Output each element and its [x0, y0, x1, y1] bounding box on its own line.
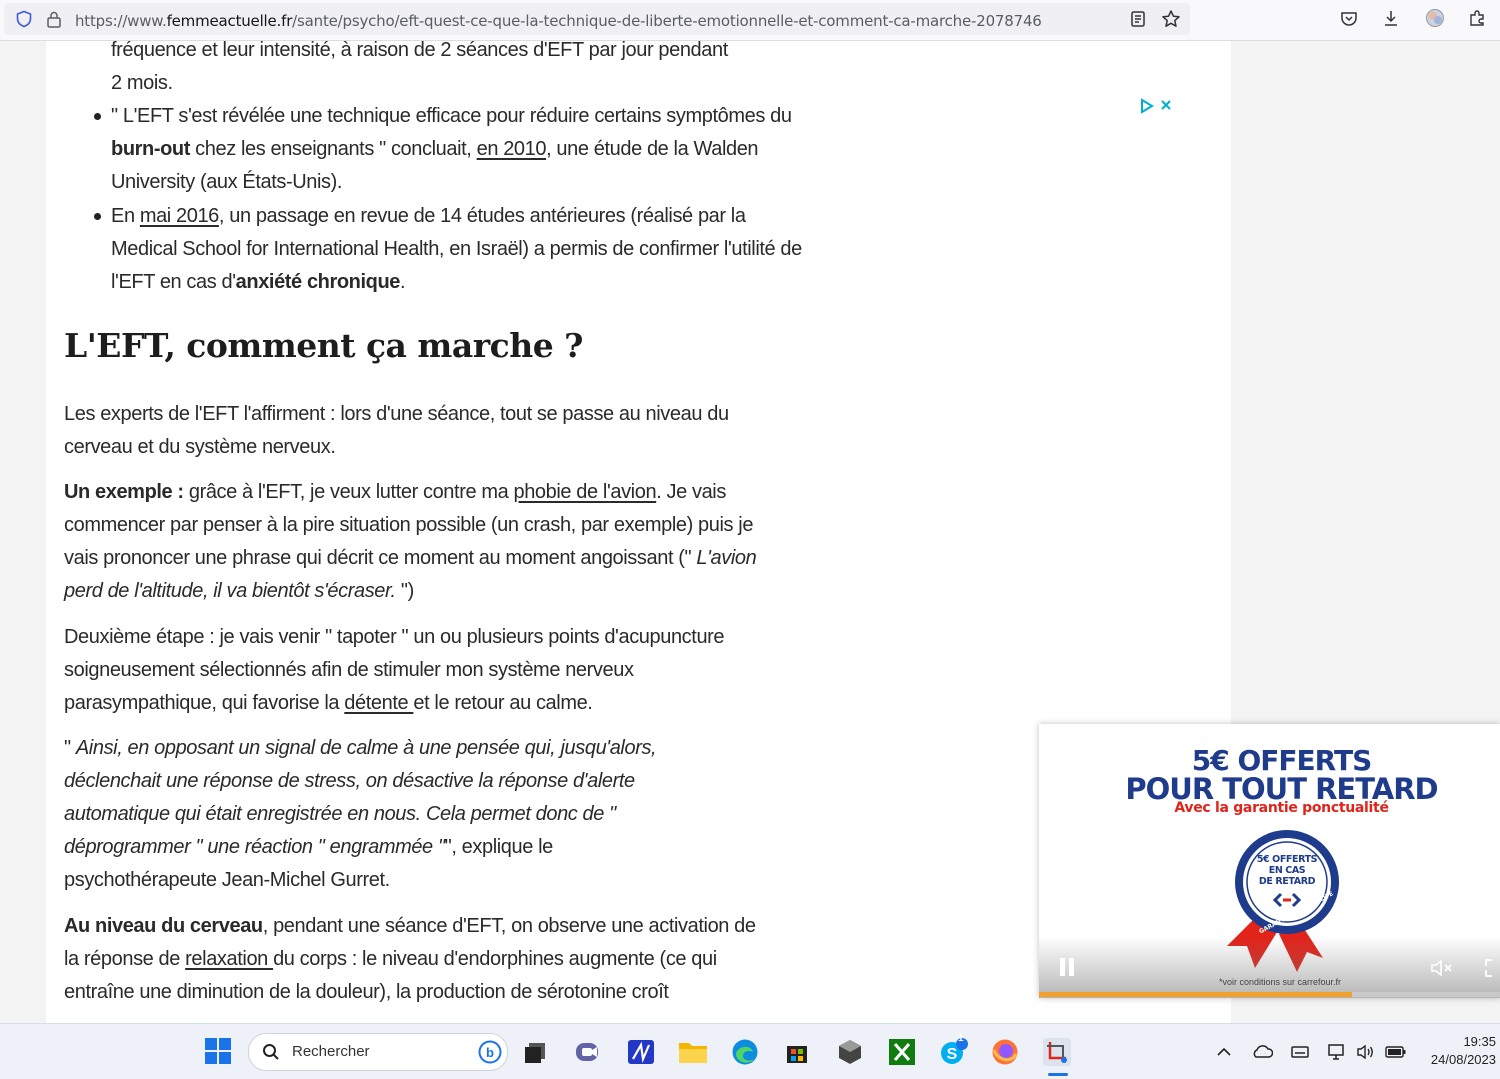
badge-line: EN CAS: [1268, 865, 1306, 876]
shield-icon[interactable]: [14, 9, 34, 29]
paragraph: Au niveau du cerveau, pendant une séance…: [64, 910, 764, 1009]
left-margin: [0, 41, 46, 1023]
ad-close-icon: [1161, 100, 1171, 110]
address-bar[interactable]: https://www.femmeactuelle.fr/sante/psych…: [4, 3, 1190, 35]
link-phobie-avion[interactable]: phobie de l'avion: [513, 481, 656, 503]
onedrive-sync-icon[interactable]: [1250, 1041, 1274, 1063]
url-prefix: https://www.: [75, 12, 167, 30]
taskbar-search[interactable]: Rechercher b: [248, 1033, 508, 1071]
badge-line: 5€ OFFERTS: [1256, 854, 1318, 865]
clock-date: 24/08/2023: [1430, 1052, 1496, 1067]
web-page: fréquence et leur intensité, à raison de…: [0, 41, 1500, 1023]
text: grâce à l'EFT, je veux lutter contre ma: [183, 481, 514, 503]
bold-text: Au niveau du cerveau: [64, 915, 263, 937]
ad-choices[interactable]: [1140, 98, 1176, 119]
ad-subtitle: Avec la garantie ponctualité: [1174, 800, 1389, 816]
pocket-icon[interactable]: [1338, 8, 1360, 30]
windows-start-icon[interactable]: [203, 1036, 233, 1066]
adchoices-play-icon: [1141, 98, 1154, 114]
battery-icon[interactable]: [1384, 1041, 1408, 1063]
fullscreen-icon[interactable]: [1483, 957, 1500, 979]
text: En: [111, 205, 140, 227]
url-domain: femmeactuelle.fr: [166, 12, 293, 30]
italic-quote: Ainsi, en opposant un signal de calme à …: [64, 737, 657, 858]
app-cube-icon[interactable]: [835, 1037, 865, 1067]
volume-icon[interactable]: [1355, 1041, 1377, 1063]
task-view-icon[interactable]: [520, 1037, 550, 1067]
text: chez les enseignants " concluait,: [190, 138, 477, 160]
quote-paragraph: " Ainsi, en opposant un signal de calme …: [64, 732, 684, 897]
tablet-mode-icon[interactable]: [1289, 1041, 1311, 1063]
browser-toolbar: https://www.femmeactuelle.fr/sante/psych…: [0, 0, 1500, 41]
link-mai-2016[interactable]: mai 2016: [140, 205, 219, 227]
paragraph: Deuxième étape : je vais venir " tapoter…: [64, 621, 764, 720]
text: .: [400, 271, 406, 293]
clock-time: 19:35: [1463, 1034, 1496, 1049]
bold-text: anxiété chronique: [235, 271, 401, 293]
skype-badge: 1: [958, 1033, 964, 1044]
list-text-line: 2 mois.: [111, 72, 173, 94]
store-icon[interactable]: [782, 1037, 812, 1067]
taskbar: Rechercher b S 1 19:35 24/08/2023: [0, 1023, 1500, 1079]
account-avatar-icon[interactable]: [1424, 7, 1446, 29]
list-item-continued: fréquence et leur intensité, à raison de…: [111, 41, 771, 100]
file-explorer-icon[interactable]: [678, 1037, 708, 1067]
editor-app-icon[interactable]: [626, 1037, 656, 1067]
teams-icon[interactable]: [573, 1037, 603, 1067]
video-progress-fill: [1039, 992, 1353, 997]
paragraph: Les experts de l'EFT l'affirment : lors …: [64, 403, 729, 458]
network-icon[interactable]: [1326, 1041, 1348, 1063]
active-app-indicator: [1048, 1073, 1068, 1076]
text: " L'EFT s'est révélée une technique effi…: [111, 105, 792, 127]
bing-icon[interactable]: b: [477, 1039, 503, 1065]
download-icon[interactable]: [1380, 7, 1402, 29]
firefox-icon[interactable]: [990, 1037, 1020, 1067]
skype-icon[interactable]: S: [939, 1037, 969, 1067]
url-path: /sante/psycho/eft-quest-ce-que-la-techni…: [292, 12, 1042, 30]
mute-icon[interactable]: [1429, 957, 1455, 979]
snipping-tool-icon[interactable]: [1042, 1037, 1072, 1067]
url-text[interactable]: https://www.femmeactuelle.fr/sante/psych…: [75, 12, 1042, 30]
svg-text:b: b: [486, 1045, 494, 1060]
link-detente[interactable]: détente: [344, 692, 413, 714]
badge-line: DE RETARD: [1258, 876, 1316, 887]
search-placeholder: Rechercher: [292, 1043, 370, 1060]
video-ad[interactable]: 5€ OFFERTS POUR TOUT RETARD Avec la gara…: [1039, 724, 1500, 998]
text: "): [395, 580, 414, 602]
xbox-icon[interactable]: [887, 1037, 917, 1067]
section-heading: L'EFT, comment ça marche ?: [64, 326, 584, 365]
link-relaxation[interactable]: relaxation: [185, 948, 273, 970]
reader-view-icon[interactable]: [1128, 9, 1148, 29]
paragraph: Un exemple : grâce à l'EFT, je veux lutt…: [64, 476, 764, 608]
search-icon: [261, 1042, 281, 1062]
list-text-line: fréquence et leur intensité, à raison de…: [111, 41, 728, 61]
bold-text: burn-out: [111, 138, 190, 160]
text: ": [64, 737, 76, 759]
chevron-up-icon[interactable]: [1214, 1042, 1234, 1062]
system-clock[interactable]: 19:35 24/08/2023: [1431, 1033, 1496, 1069]
pause-icon[interactable]: [1055, 955, 1079, 979]
lock-icon[interactable]: [44, 9, 64, 29]
ad-disclaimer: *voir conditions sur carrefour.fr: [1219, 977, 1342, 987]
list-item: " L'EFT s'est révélée une technique effi…: [64, 100, 811, 199]
text: et le retour au calme.: [413, 692, 593, 714]
svg-text:S: S: [947, 1046, 958, 1063]
bookmark-star-icon[interactable]: [1160, 8, 1182, 30]
link-en-2010[interactable]: en 2010: [477, 138, 547, 160]
list-item: En mai 2016, un passage en revue de 14 é…: [64, 200, 811, 299]
bold-text: Un exemple :: [64, 481, 184, 503]
video-progress-bar[interactable]: [1039, 992, 1500, 997]
extensions-icon[interactable]: [1466, 7, 1488, 29]
edge-icon[interactable]: [730, 1037, 760, 1067]
